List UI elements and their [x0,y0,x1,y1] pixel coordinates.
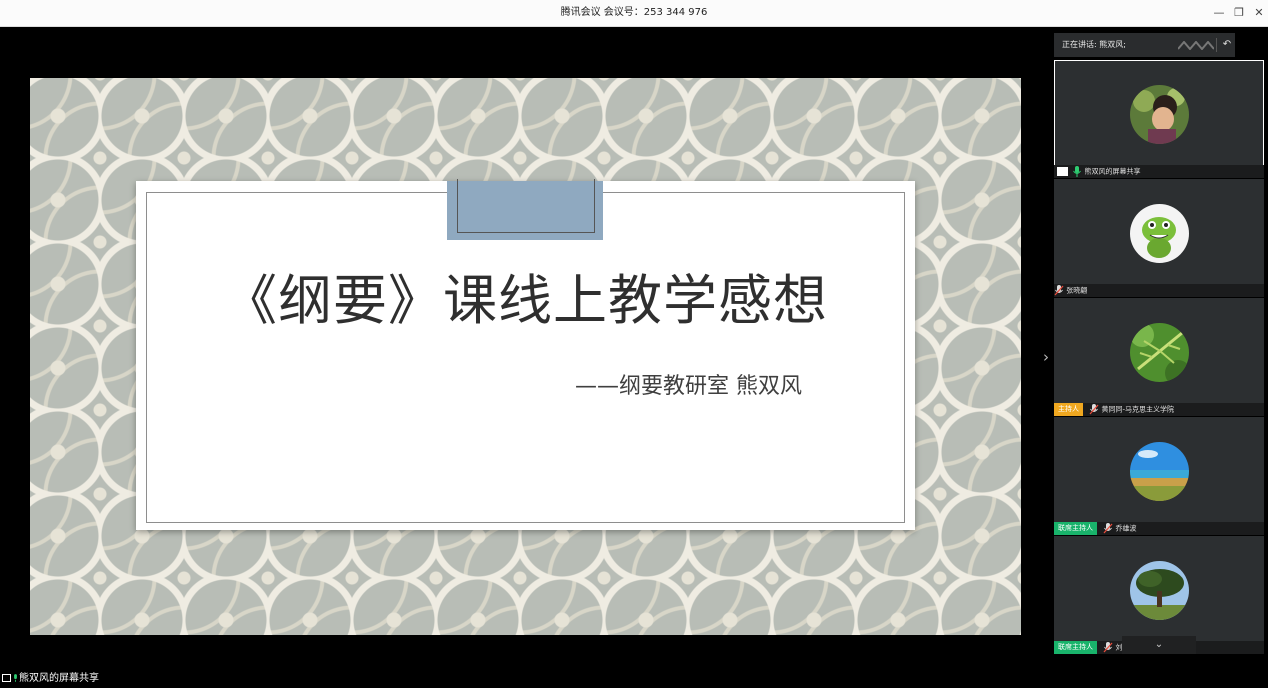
sharing-text: 熊双风的屏幕共享 [19,673,99,684]
cohost-badge: 联席主持人 [1054,641,1097,654]
avatar [1130,561,1189,620]
window-title: 腾讯会议 会议号：253 344 976 [560,7,708,18]
participant-name: 乔雄波 [1115,524,1137,533]
cohost-badge: 联席主持人 [1054,522,1097,535]
participant-name: 张晓翩 [1066,286,1088,295]
screen-share-icon [1057,167,1068,176]
mic-on-icon [1073,166,1082,177]
mic-off-icon [1089,404,1099,415]
slide-tab-decoration [447,179,603,240]
participant-tile[interactable]: 主持人 黄同同-马克思主义学院 [1054,298,1264,416]
chevron-down-icon[interactable]: ⌄ [1122,636,1196,654]
volume-wave-icon [1178,41,1214,50]
slide-title-card: 《纲要》课线上教学感想 ——纲要教研室 熊双风 [136,179,915,530]
speaking-label: 正在讲话: 熊双风; [1062,40,1126,49]
participant-name: 黄同同-马克思主义学院 [1101,405,1174,414]
avatar [1130,323,1189,382]
participant-name-bar: 联席主持人 乔雄波 [1054,522,1264,535]
participant-name-bar: 主持人 黄同同-马克思主义学院 [1054,403,1264,416]
mic-off-icon [1103,642,1113,653]
mic-on-icon [14,674,17,682]
shared-slide: 《纲要》课线上教学感想 ——纲要教研室 熊双风 [30,78,1021,635]
participant-name: 熊双风的屏幕共享 [1084,167,1141,176]
slide-tab-outline [457,179,595,233]
participants-panel: 正在讲话: 熊双风; ↶ 熊双风的屏幕共享 张晓翩 主持人 黄同同-马克思主义学… [1054,33,1264,655]
slide-frame [146,192,905,523]
slide-subtitle: ——纲要教研室 熊双风 [575,374,802,399]
participant-name-bar: 张晓翩 [1054,284,1264,297]
screen-share-status: 熊双风的屏幕共享 [2,672,99,686]
chevron-right-icon[interactable]: › [1039,346,1053,368]
participant-tile[interactable]: 联席主持人 乔雄波 [1054,417,1264,535]
minimize-icon[interactable]: — [1208,0,1230,26]
avatar [1130,204,1189,263]
divider [1216,38,1217,52]
slide-title: 《纲要》课线上教学感想 [223,269,828,332]
reply-icon[interactable]: ↶ [1219,33,1235,57]
mic-off-icon [1054,285,1064,296]
participant-name-bar: 熊双风的屏幕共享 [1054,165,1264,178]
restore-icon[interactable]: ❐ [1228,0,1250,26]
mic-off-icon [1103,523,1113,534]
participant-tile[interactable]: 张晓翩 [1054,179,1264,297]
title-bar: 腾讯会议 会议号：253 344 976 — ❐ ✕ [0,0,1268,27]
speaking-indicator: 正在讲话: 熊双风; ↶ [1054,33,1235,57]
participant-tile[interactable]: 熊双风的屏幕共享 [1054,60,1264,178]
avatar [1130,85,1189,144]
screen-share-icon [2,674,11,682]
avatar [1130,442,1189,501]
host-badge: 主持人 [1054,403,1083,416]
close-icon[interactable]: ✕ [1248,0,1268,26]
